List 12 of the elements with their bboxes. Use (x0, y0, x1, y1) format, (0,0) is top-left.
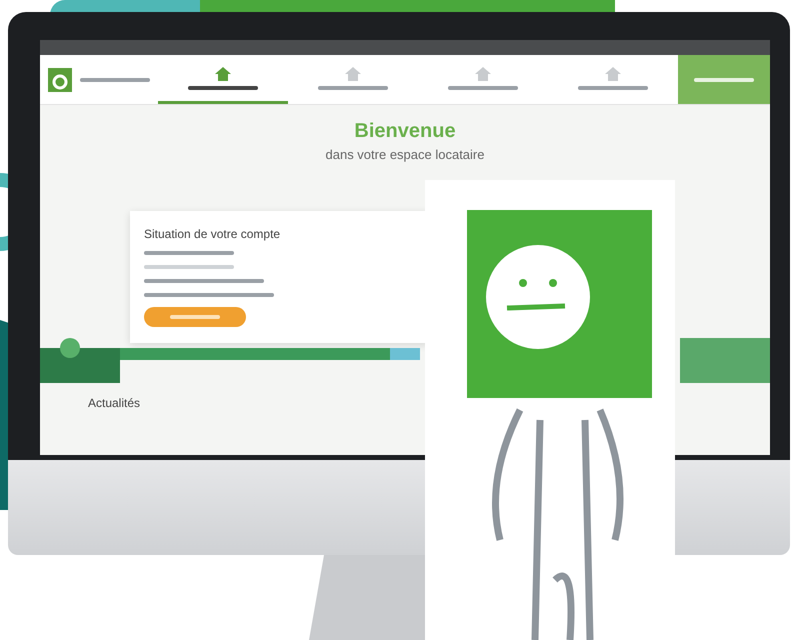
house-icon (475, 66, 491, 80)
card-title: Situation de votre compte (144, 226, 282, 241)
logo-icon (48, 68, 72, 92)
welcome-title: Bienvenue (354, 121, 456, 141)
house-icon (605, 66, 621, 80)
house-icon (215, 66, 231, 80)
login-button[interactable] (678, 55, 770, 104)
action-button[interactable] (144, 306, 246, 327)
blurred-text (80, 78, 150, 82)
house-icon (345, 66, 361, 80)
news-title: Actualités (88, 396, 140, 410)
welcome-subtitle: dans votre espace locataire (326, 146, 484, 164)
